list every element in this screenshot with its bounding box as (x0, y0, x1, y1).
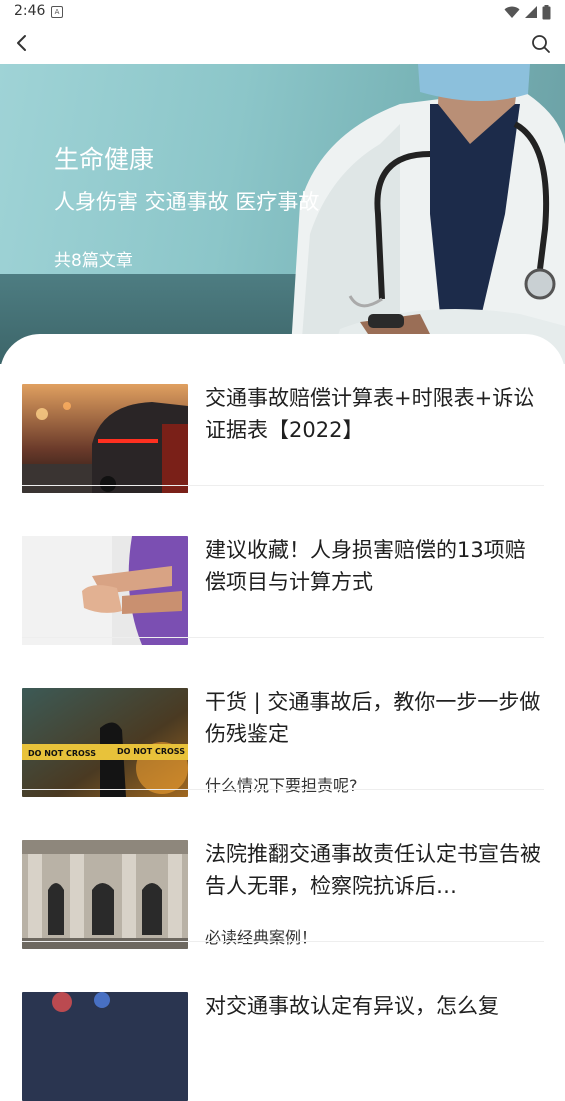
search-button[interactable] (527, 30, 555, 58)
wifi-icon (504, 6, 520, 18)
top-nav (0, 24, 565, 64)
article-title: 法院推翻交通事故责任认定书宣告被告人无罪，检察院抗诉后… (205, 842, 541, 898)
courthouse-image (22, 840, 188, 949)
article-thumbnail: DO NOT CROSS DO NOT CROSS (22, 688, 188, 797)
article-item[interactable]: 建议收藏！人身损害赔偿的13项赔偿项目与计算方式 (22, 486, 544, 645)
article-thumbnail (22, 992, 188, 1101)
car-night-image (22, 384, 188, 493)
signal-icon (525, 6, 537, 18)
traffic-image (22, 992, 188, 1101)
article-title: 对交通事故认定有异议，怎么复 (205, 994, 499, 1018)
article-count: 共8篇文章 (54, 251, 133, 271)
back-button[interactable] (8, 30, 36, 58)
tape-text: DO NOT CROSS (117, 747, 185, 756)
article-thumbnail (22, 384, 188, 493)
status-bar: 2:46 A (0, 0, 565, 24)
article-title: 交通事故赔偿计算表+时限表+诉讼证据表【2022】 (205, 386, 535, 442)
crime-scene-image: DO NOT CROSS DO NOT CROSS (22, 688, 188, 797)
article-thumbnail (22, 840, 188, 949)
search-icon (532, 35, 550, 53)
article-item[interactable]: DO NOT CROSS DO NOT CROSS 干货 | 交通事故后，教你一… (22, 638, 544, 797)
chevron-left-icon (17, 35, 26, 51)
article-item[interactable]: 对交通事故认定有异议，怎么复 (22, 942, 544, 1101)
status-icons (504, 4, 551, 20)
article-title: 建议收藏！人身损害赔偿的13项赔偿项目与计算方式 (205, 538, 526, 594)
status-time: 2:46 (14, 3, 46, 19)
article-title: 干货 | 交通事故后，教你一步一步做伤残鉴定 (205, 690, 541, 746)
article-item[interactable]: 法院推翻交通事故责任认定书宣告被告人无罪，检察院抗诉后… 必读经典案例！ (22, 790, 544, 949)
banner-subtitle: 人身伤害 交通事故 医疗事故 (54, 190, 320, 214)
article-item[interactable]: 交通事故赔偿计算表+时限表+诉讼证据表【2022】 (22, 334, 544, 493)
battery-icon (542, 4, 551, 19)
article-thumbnail (22, 536, 188, 645)
tape-text: DO NOT CROSS (28, 749, 96, 758)
notification-app-icon: A (51, 6, 63, 18)
banner-title: 生命健康 (54, 145, 155, 174)
article-list: 交通事故赔偿计算表+时限表+诉讼证据表【2022】 建议收藏！人身损害赔偿的13… (0, 334, 565, 1101)
category-banner: 生命健康 人身伤害 交通事故 医疗事故 共8篇文章 (0, 64, 565, 364)
wrist-pain-image (22, 536, 188, 645)
